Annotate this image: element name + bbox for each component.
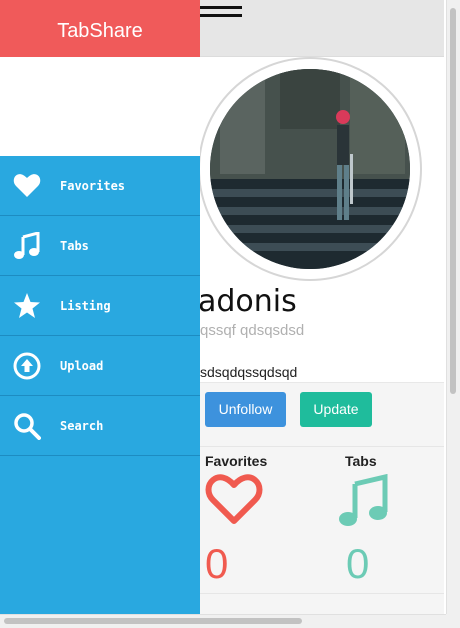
tabs-stat-label: Tabs [345,453,377,469]
menu-item-label: Tabs [60,238,89,253]
favorites-count: 0 [205,540,229,587]
upload-icon [13,352,41,380]
heart-icon [205,474,263,531]
menu-item-listing[interactable]: Listing [0,276,200,336]
menu-item-upload[interactable]: Upload [0,336,200,396]
star-icon [13,292,41,320]
menu-item-label: Upload [60,358,104,373]
update-button[interactable]: Update [300,392,372,427]
profile-username: adonis [198,284,297,319]
vertical-scrollbar[interactable] [446,0,460,614]
music-note-icon [338,473,390,533]
menu-item-label: Favorites [60,178,126,193]
side-drawer: Favorites Tabs Listing Upload Search [0,156,200,614]
hamburger-menu-icon[interactable] [200,6,242,26]
music-note-icon [13,231,41,260]
heart-icon [13,172,41,200]
menu-item-label: Listing [60,298,111,313]
avatar [210,69,410,269]
app-title[interactable]: TabShare [0,0,200,57]
horizontal-scrollbar-thumb[interactable] [4,618,302,624]
horizontal-scrollbar[interactable] [0,614,446,628]
menu-item-favorites[interactable]: Favorites [0,156,200,216]
profile-subname: qssqf qdsqsdsd [200,322,305,339]
favorites-stat-label: Favorites [205,453,268,469]
scrollbar-corner [446,614,460,628]
unfollow-button[interactable]: Unfollow [205,392,286,427]
drawer-spacer [0,57,200,156]
search-icon [13,412,41,440]
avatar-frame [198,57,422,281]
menu-item-search[interactable]: Search [0,396,200,456]
menu-item-tabs[interactable]: Tabs [0,216,200,276]
tabs-count: 0 [346,540,370,587]
menu-item-label: Search [60,418,104,433]
profile-bio: sdsqdqssqdsqd [200,364,298,380]
vertical-scrollbar-thumb[interactable] [450,8,456,394]
